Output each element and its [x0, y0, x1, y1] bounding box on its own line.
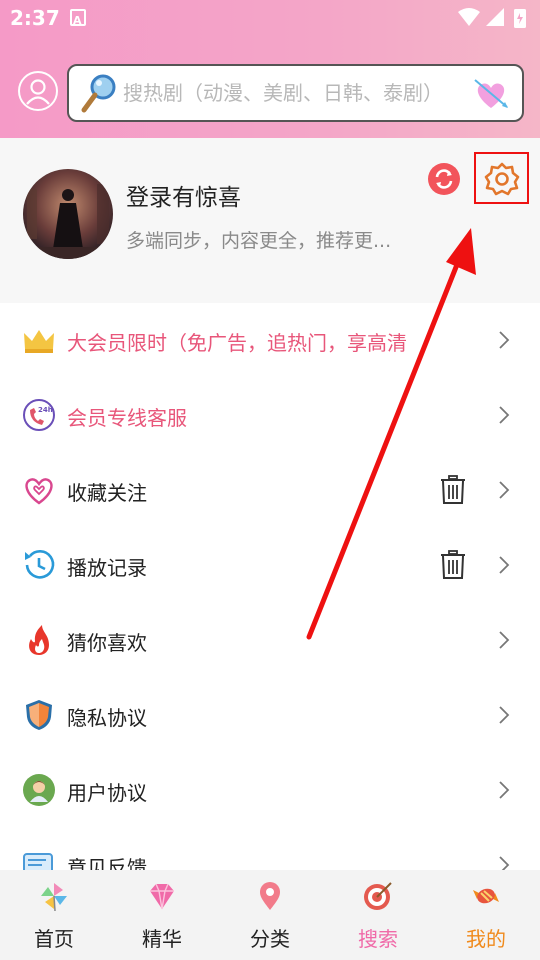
magnifier-icon — [81, 74, 116, 113]
status-time: 2:37 — [10, 6, 60, 30]
wifi-icon — [458, 8, 480, 26]
profile-card: 登录有惊喜 多端同步，内容更全，推荐更... — [0, 138, 540, 303]
trash-icon[interactable] — [440, 475, 466, 505]
menu-item-vip[interactable]: 大会员限时（免广告，追热门，享高清 — [0, 303, 540, 378]
svg-text:24h: 24h — [38, 406, 53, 414]
tab-mine[interactable]: 我的 — [432, 870, 540, 960]
login-subtitle: 多端同步，内容更全，推荐更... — [126, 230, 392, 252]
pinwheel-icon — [41, 883, 67, 912]
settings-highlight-box — [474, 152, 529, 204]
status-bar: 2:37 A — [0, 0, 540, 36]
battery-icon — [514, 9, 526, 28]
tab-label: 精华 — [142, 927, 182, 951]
login-title[interactable]: 登录有惊喜 — [126, 178, 241, 212]
tab-label: 首页 — [34, 927, 74, 951]
tab-featured[interactable]: 精华 — [108, 870, 216, 960]
location-pin-icon — [260, 882, 280, 910]
tab-search[interactable]: 搜索 — [324, 870, 432, 960]
status-icons — [456, 6, 532, 30]
menu-item-label: 会员专线客服 — [67, 406, 187, 430]
tab-home[interactable]: 首页 — [0, 870, 108, 960]
heart-outline-icon — [25, 478, 53, 505]
user-icon — [26, 79, 50, 105]
chevron-right-icon — [499, 631, 510, 649]
tab-label: 分类 — [250, 927, 290, 951]
notification-a-icon: A — [70, 9, 86, 27]
profile-avatar[interactable] — [23, 169, 113, 259]
sync-icon[interactable] — [428, 163, 460, 195]
notification-letter: A — [73, 14, 82, 26]
trash-icon[interactable] — [440, 550, 466, 580]
menu-item-label: 用户协议 — [67, 781, 147, 805]
menu-item-privacy[interactable]: 隐私协议 — [0, 678, 540, 753]
chevron-right-icon — [499, 481, 510, 499]
menu-item-favorites[interactable]: 收藏关注 — [0, 453, 540, 528]
flame-icon — [29, 625, 49, 655]
menu-item-label: 大会员限时（免广告，追热门，享高清 — [67, 331, 407, 355]
chevron-right-icon — [499, 406, 510, 424]
menu-list: 大会员限时（免广告，追热门，享高清 24h 会员专线客服 收藏关注 播放记录 猜… — [0, 303, 540, 903]
candy-icon — [473, 888, 499, 904]
chevron-right-icon — [499, 706, 510, 724]
menu-item-vip-hotline[interactable]: 24h 会员专线客服 — [0, 378, 540, 453]
menu-item-user-agreement[interactable]: 用户协议 — [0, 753, 540, 828]
search-bar[interactable] — [67, 64, 524, 122]
signal-icon — [486, 8, 504, 26]
menu-item-label: 播放记录 — [67, 556, 147, 580]
tab-label: 搜索 — [358, 927, 398, 951]
history-icon — [25, 550, 55, 579]
target-icon — [364, 882, 392, 910]
menu-item-label: 收藏关注 — [67, 481, 147, 505]
menu-item-label: 隐私协议 — [67, 706, 147, 730]
tab-label: 我的 — [466, 927, 506, 951]
shield-icon — [26, 700, 52, 730]
hotline-24h-icon: 24h — [23, 399, 55, 431]
search-input[interactable] — [123, 78, 443, 108]
chevron-right-icon — [499, 331, 510, 349]
user-badge-icon — [23, 774, 55, 806]
bottom-tab-bar: 首页 精华 分类 搜索 我的 — [0, 870, 540, 960]
menu-item-history[interactable]: 播放记录 — [0, 528, 540, 603]
gear-icon[interactable] — [484, 161, 520, 197]
heart-arrow-icon[interactable] — [472, 76, 510, 112]
header-avatar-button[interactable] — [18, 71, 58, 111]
gem-icon — [150, 883, 174, 910]
tab-category[interactable]: 分类 — [216, 870, 324, 960]
chevron-right-icon — [499, 781, 510, 799]
crown-icon — [24, 330, 54, 353]
menu-item-recommend[interactable]: 猜你喜欢 — [0, 603, 540, 678]
chevron-right-icon — [499, 556, 510, 574]
menu-item-label: 猜你喜欢 — [67, 631, 147, 655]
app-header: 2:37 A — [0, 0, 540, 138]
